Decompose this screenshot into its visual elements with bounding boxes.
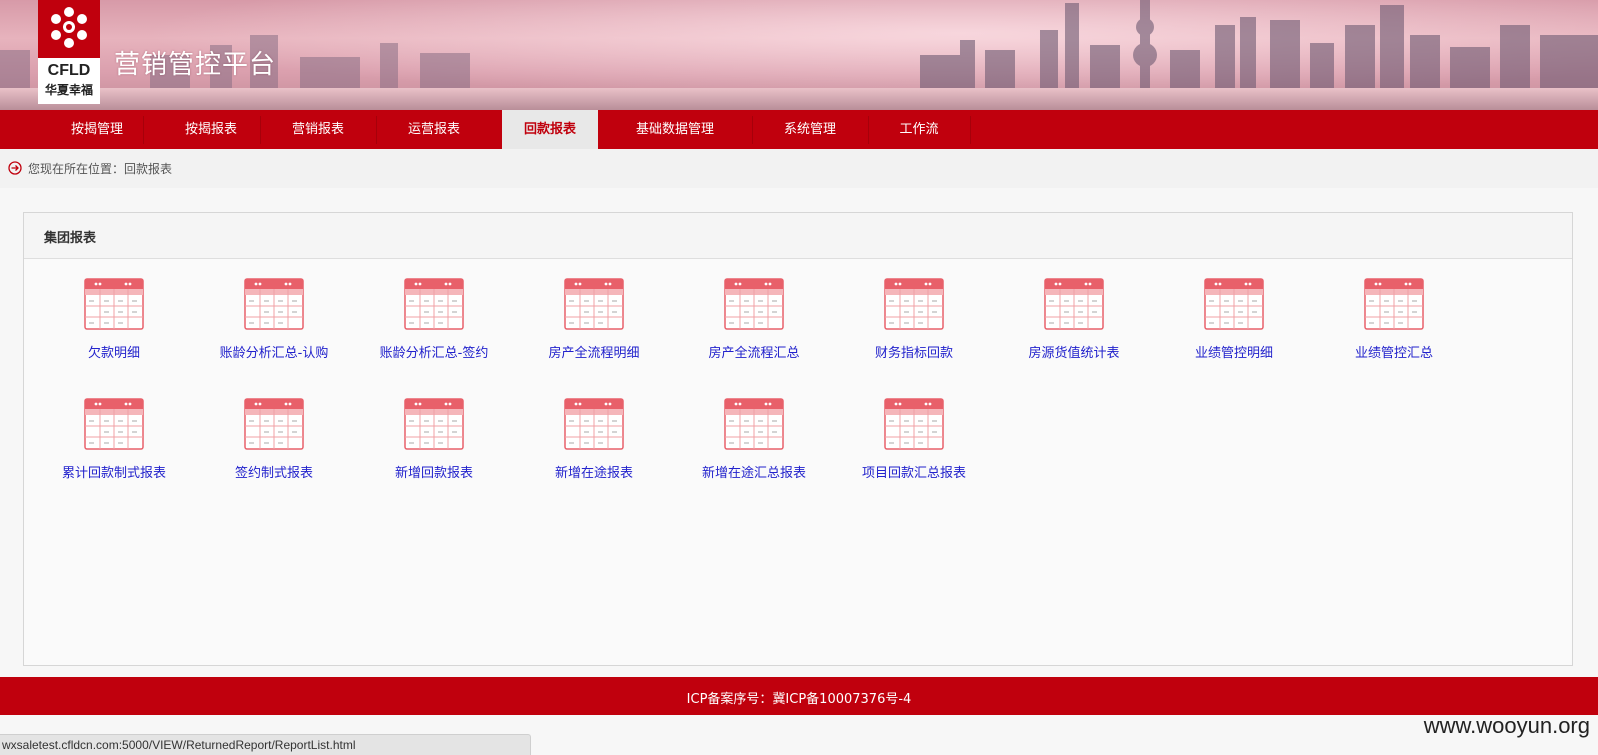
report-table-icon: [884, 278, 944, 330]
nav-item-marketing-reports[interactable]: 营销报表: [260, 110, 376, 149]
logo-flower-icon: [51, 7, 87, 48]
report-link-label[interactable]: 账龄分析汇总-认购: [199, 342, 349, 361]
nav-divider: [143, 116, 144, 144]
panel-title: 集团报表: [44, 231, 97, 246]
breadcrumb-text: 您现在所在位置：回款报表: [28, 162, 173, 176]
report-table-icon: [724, 398, 784, 450]
report-link-label[interactable]: 房产全流程汇总: [679, 342, 829, 361]
report-table-icon: [244, 398, 304, 450]
status-url: wxsaletest.cfldcn.com:5000/VIEW/Returned…: [2, 738, 356, 752]
report-link-label[interactable]: 财务指标回款: [839, 342, 989, 361]
report-link-item[interactable]: 签约制式报表: [199, 398, 349, 481]
report-table-icon: [564, 278, 624, 330]
nav-item-payment-reports[interactable]: 回款报表: [502, 110, 598, 149]
report-link-item[interactable]: 业绩管控汇总: [1319, 278, 1469, 361]
panel-header: 集团报表: [24, 213, 1572, 259]
browser-status-bar: wxsaletest.cfldcn.com:5000/VIEW/Returned…: [0, 734, 531, 755]
logo-chinese-text: 华夏幸福: [44, 83, 93, 97]
report-table-icon: [404, 398, 464, 450]
app-title: 营销管控平台: [114, 50, 277, 80]
report-link-label[interactable]: 签约制式报表: [199, 462, 349, 481]
report-table-icon: [1364, 278, 1424, 330]
report-link-label[interactable]: 新增在途汇总报表: [679, 462, 829, 481]
report-link-item[interactable]: 项目回款汇总报表: [839, 398, 989, 481]
main-nav: 按揭管理 按揭报表 营销报表 运营报表 回款报表 基础数据管理 系统管理 工作流: [0, 110, 1598, 149]
nav-divider: [970, 116, 971, 144]
footer: ICP备案序号：冀ICP备10007376号-4: [0, 677, 1598, 715]
report-table-icon: [724, 278, 784, 330]
report-link-label[interactable]: 业绩管控明细: [1159, 342, 1309, 361]
nav-item-mortgage-reports[interactable]: 按揭报表: [154, 110, 268, 149]
nav-item-operations-reports[interactable]: 运营报表: [376, 110, 492, 149]
report-table-icon: [1204, 278, 1264, 330]
arrow-circle-right-icon: [8, 161, 22, 175]
report-link-label[interactable]: 新增回款报表: [359, 462, 509, 481]
report-link-item[interactable]: 新增回款报表: [359, 398, 509, 481]
report-link-item[interactable]: 业绩管控明细: [1159, 278, 1309, 361]
report-table-icon: [404, 278, 464, 330]
report-link-item[interactable]: 新增在途报表: [519, 398, 669, 481]
group-reports-panel: 集团报表 欠款明细 账龄分析汇总-认购 账龄分析汇总-签约 房产全流程明细 房产全流程汇…: [23, 212, 1573, 666]
report-link-label[interactable]: 项目回款汇总报表: [839, 462, 989, 481]
report-link-label[interactable]: 欠款明细: [39, 342, 189, 361]
watermark-text: www.wooyun.org: [1423, 713, 1590, 738]
breadcrumb: 您现在所在位置：回款报表: [0, 149, 1598, 188]
report-link-item[interactable]: 房产全流程汇总: [679, 278, 829, 361]
report-link-item[interactable]: 房源货值统计表: [999, 278, 1149, 361]
nav-item-system-management[interactable]: 系统管理: [752, 110, 868, 149]
report-table-icon: [84, 398, 144, 450]
report-link-item[interactable]: 财务指标回款: [839, 278, 989, 361]
nav-item-basic-data-management[interactable]: 基础数据管理: [598, 110, 752, 149]
report-table-icon: [1044, 278, 1104, 330]
report-link-item[interactable]: 账龄分析汇总-签约: [359, 278, 509, 361]
cfld-logo: CFLD 华夏幸福: [38, 0, 100, 104]
report-link-label[interactable]: 房源货值统计表: [999, 342, 1149, 361]
report-link-item[interactable]: 账龄分析汇总-认购: [199, 278, 349, 361]
report-table-icon: [564, 398, 624, 450]
report-table-icon: [884, 398, 944, 450]
header-banner: CFLD 华夏幸福 营销管控平台: [0, 0, 1598, 110]
report-link-label[interactable]: 房产全流程明细: [519, 342, 669, 361]
report-link-item[interactable]: 房产全流程明细: [519, 278, 669, 361]
nav-item-workflow[interactable]: 工作流: [868, 110, 970, 149]
report-link-item[interactable]: 欠款明细: [39, 278, 189, 361]
report-table-icon: [84, 278, 144, 330]
icp-record-text: ICP备案序号：冀ICP备10007376号-4: [686, 692, 912, 707]
report-link-label[interactable]: 业绩管控汇总: [1319, 342, 1469, 361]
report-table-icon: [244, 278, 304, 330]
report-link-label[interactable]: 账龄分析汇总-签约: [359, 342, 509, 361]
logo-text: CFLD: [47, 62, 91, 79]
report-link-label[interactable]: 累计回款制式报表: [39, 462, 189, 481]
report-link-item[interactable]: 累计回款制式报表: [39, 398, 189, 481]
report-link-item[interactable]: 新增在途汇总报表: [679, 398, 829, 481]
banner-water: [0, 88, 1598, 110]
nav-item-mortgage-management[interactable]: 按揭管理: [40, 110, 154, 149]
report-link-label[interactable]: 新增在途报表: [519, 462, 669, 481]
